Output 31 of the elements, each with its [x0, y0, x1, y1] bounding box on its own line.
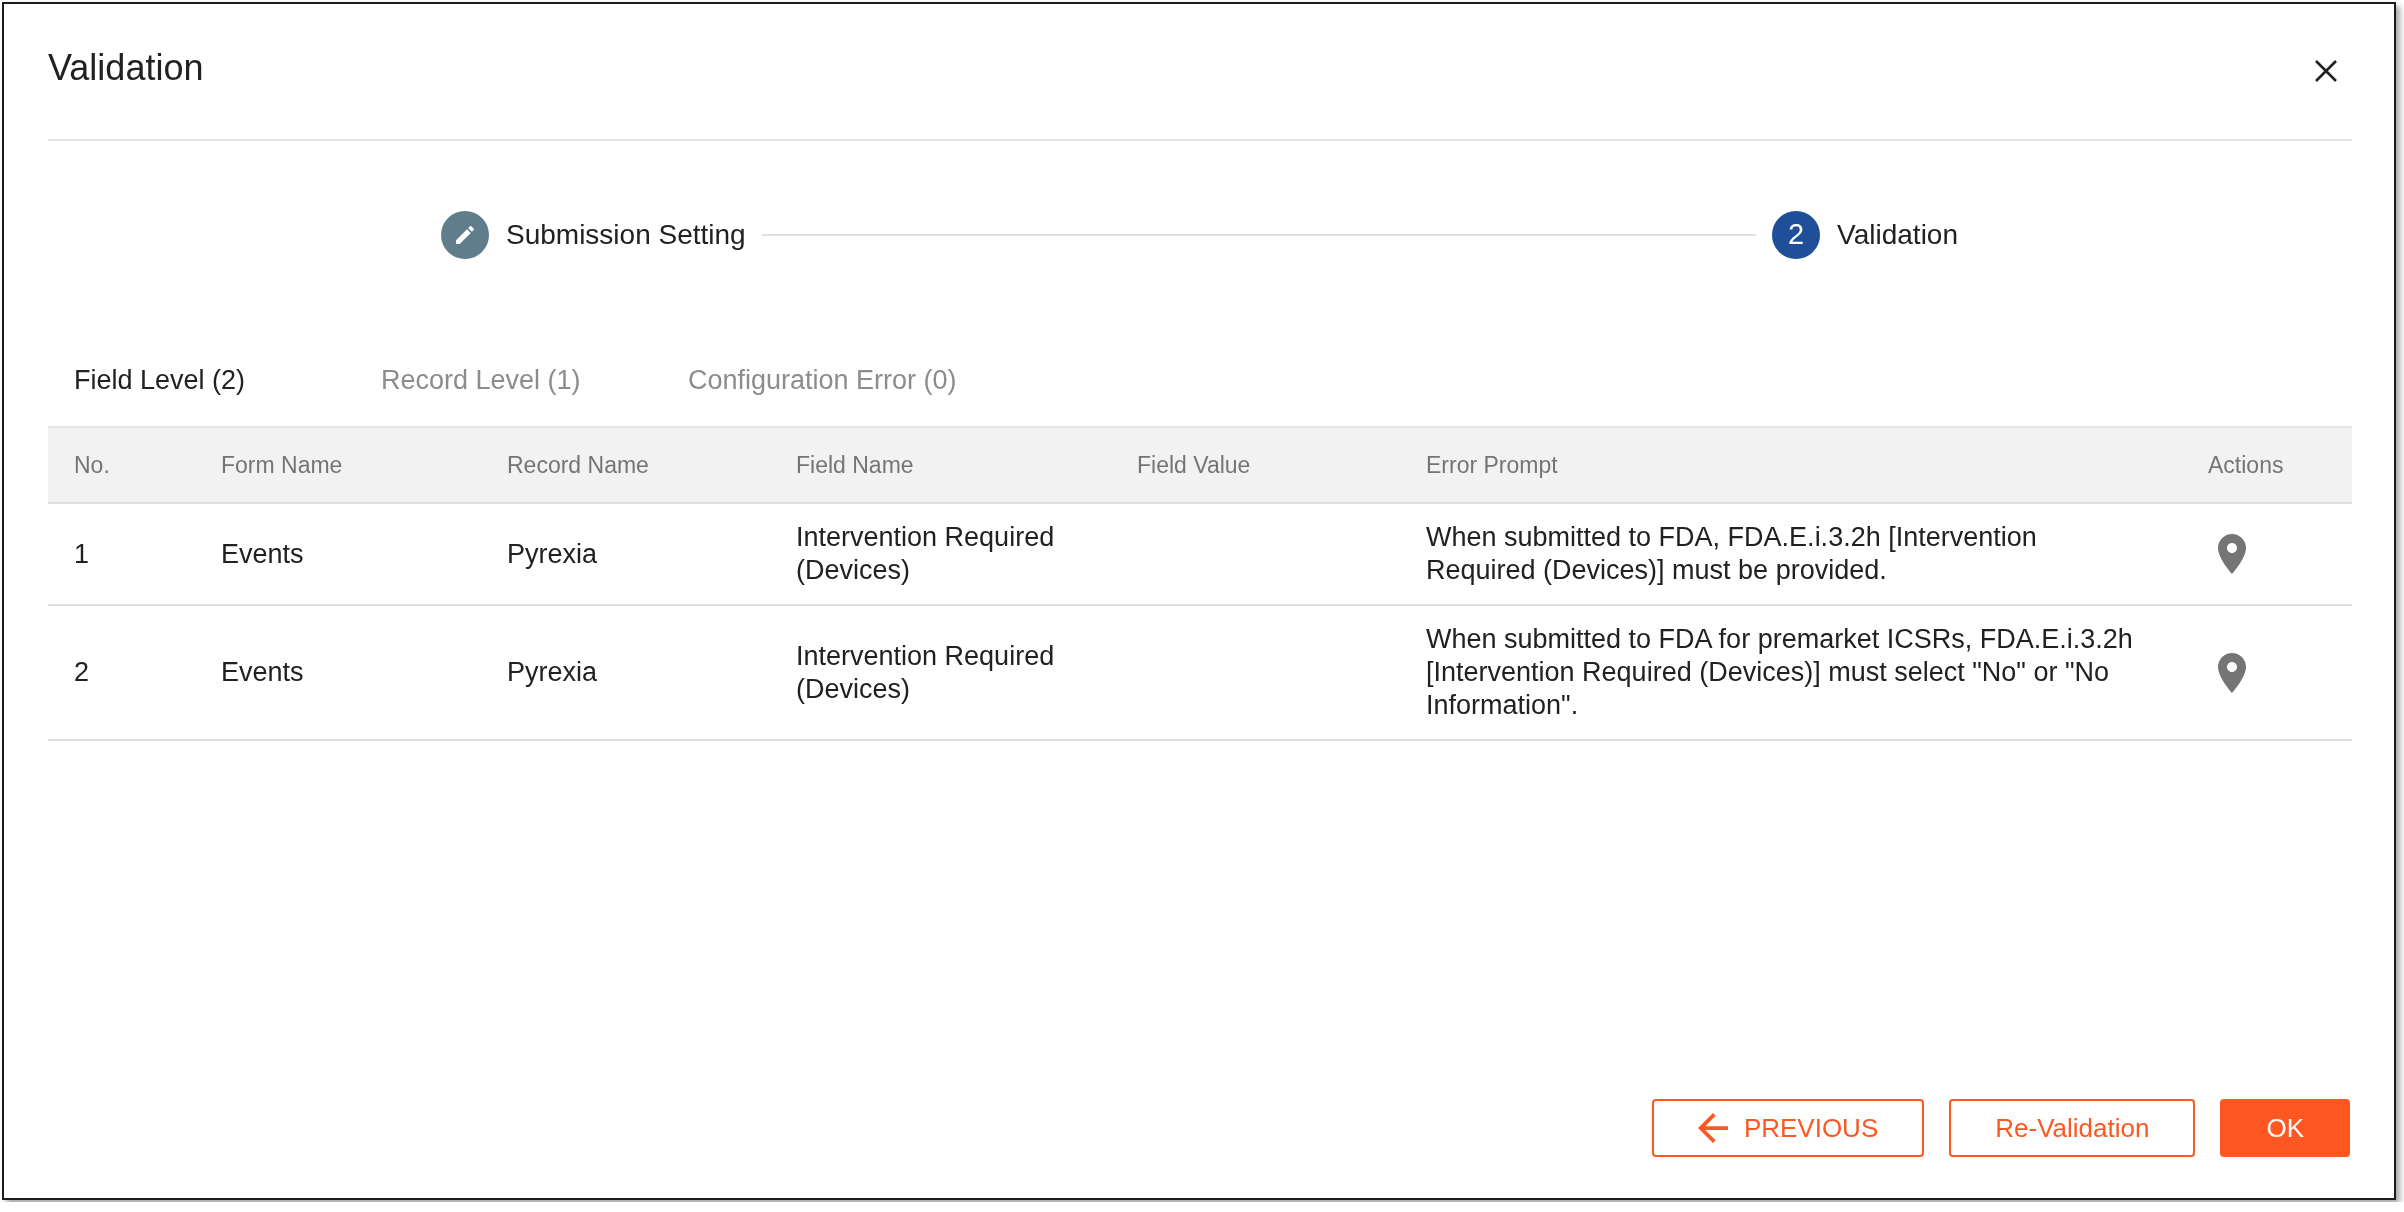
- table-cell: Intervention Required (Devices): [770, 605, 1111, 740]
- previous-button[interactable]: PREVIOUS: [1651, 1099, 1925, 1157]
- table-cell: Events: [195, 503, 481, 605]
- column-header: Field Name: [770, 427, 1111, 503]
- close-icon[interactable]: [2314, 58, 2338, 83]
- tab[interactable]: Configuration Error (0): [662, 364, 969, 396]
- column-header: Field Value: [1111, 427, 1400, 503]
- table-cell: When submitted to FDA for premarket ICSRs, FDA.E.i.3.2h [Intervention Required (Devices)] must select "No" or "No Information".: [1400, 605, 2182, 740]
- revalidate-button[interactable]: Re-Validation: [1949, 1099, 2196, 1157]
- table-cell: 1: [48, 503, 195, 605]
- table-cell: Intervention Required (Devices): [770, 503, 1111, 605]
- table-cell: When submitted to FDA, FDA.E.i.3.2h [Intervention Required (Devices)] must be provided.: [1400, 503, 2182, 605]
- column-header: Form Name: [195, 427, 481, 503]
- tab[interactable]: Record Level (1): [355, 364, 662, 396]
- map-pin-icon[interactable]: [2218, 534, 2246, 574]
- table-cell: Events: [195, 605, 481, 740]
- table-cell: Pyrexia: [481, 503, 770, 605]
- column-header: Record Name: [481, 427, 770, 503]
- table-cell: Pyrexia: [481, 605, 770, 740]
- map-pin-icon[interactable]: [2218, 652, 2246, 693]
- tab[interactable]: Field Level (2): [48, 364, 355, 396]
- step-label: Validation: [1837, 218, 1958, 252]
- table-cell: 2: [48, 605, 195, 740]
- arrow-left-icon: [1697, 1113, 1728, 1143]
- column-header: Actions: [2182, 427, 2352, 503]
- ok-button[interactable]: OK: [2220, 1099, 2350, 1157]
- column-header: No.: [48, 427, 195, 503]
- column-header: Error Prompt: [1400, 427, 2182, 503]
- step-number: 2: [1772, 211, 1821, 259]
- dialog-title: Validation: [48, 45, 204, 90]
- step-label: Submission Setting: [506, 218, 746, 252]
